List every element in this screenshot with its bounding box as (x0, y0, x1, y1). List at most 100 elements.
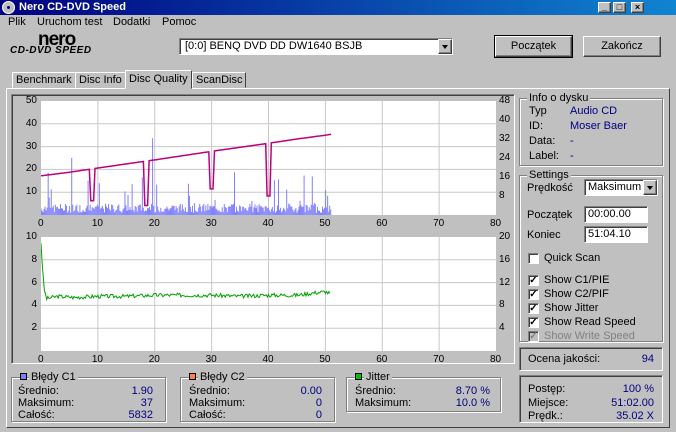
show-write-speed-label: Show Write Speed (544, 330, 635, 342)
disc-label-label: Label: (529, 150, 559, 162)
y-left-tick-label: 20 (25, 163, 37, 175)
y-right-tick-label: 8 (499, 190, 505, 201)
disc-id-value: Moser Baer (570, 120, 627, 132)
x-tick-label: 30 (205, 218, 217, 229)
c1-avg-label: Średnio: (18, 385, 59, 397)
show-read-speed-checkbox[interactable]: ✓ (528, 317, 539, 328)
drive-select-value: [0:0] BENQ DVD DD DW1640 BSJB (185, 40, 363, 52)
x-tick-label: 60 (376, 218, 388, 229)
app-icon (2, 1, 15, 14)
show-jitter-checkbox[interactable]: ✓ (528, 303, 539, 314)
chevron-down-icon[interactable] (438, 39, 452, 54)
y-right-tick-label: 20 (499, 231, 511, 242)
disc-date-label: Data: (529, 135, 556, 147)
quality-score-value: 94 (641, 353, 654, 365)
y-right-tick-label: 4 (499, 322, 505, 334)
jitter-avg-value: 8.70 % (455, 385, 490, 397)
y-left-tick-label: 8 (31, 253, 37, 265)
position-value: 51:02.00 (611, 397, 654, 409)
y-right-tick-label: 12 (499, 276, 511, 288)
tab-scandisc[interactable]: ScanDisc (192, 72, 247, 88)
show-c2-label: Show C2/PIF (544, 288, 609, 300)
x-tick-label: 0 (38, 354, 44, 365)
nero-logo: nero CD-DVD SPEED (8, 29, 138, 61)
show-read-speed-label: Show Read Speed (544, 316, 636, 328)
y-right-tick-label: 24 (499, 152, 511, 163)
menu-uruchom-test[interactable]: Uruchom test (37, 16, 102, 28)
quick-scan-label: Quick Scan (544, 252, 601, 264)
y-left-tick-label: 6 (31, 276, 37, 288)
start-time-label: Początek (527, 209, 573, 221)
x-tick-label: 0 (38, 218, 44, 229)
c1-stats-group: Błędy C1 Średnio: 1.90 Maksimum: 37 Cało… (11, 371, 166, 422)
y-left-tick-label: 40 (25, 117, 37, 129)
tab-disc-quality[interactable]: Disc Quality (125, 70, 192, 89)
c2-max-label: Maksimum: (189, 397, 246, 409)
y-left-tick-label: 2 (31, 322, 37, 334)
menu-dodatki[interactable]: Dodatki (113, 16, 150, 28)
x-tick-label: 30 (205, 354, 217, 365)
y-right-tick-label: 16 (499, 171, 511, 182)
show-write-speed-checkbox: ✓ (528, 331, 539, 342)
x-tick-label: 20 (148, 218, 160, 229)
x-tick-label: 20 (148, 354, 160, 365)
y-left-tick-label: 4 (31, 299, 37, 311)
drive-select[interactable]: [0:0] BENQ DVD DD DW1640 BSJB (179, 38, 453, 55)
jitter-max-label: Maksimum: (355, 397, 412, 409)
settings-group: Settings Prędkość Maksimum Początek 00:0… (519, 169, 663, 342)
y-left-tick-label: 10 (25, 231, 37, 242)
disc-info-title: Info o dysku (527, 92, 591, 104)
c2-legend-swatch (189, 373, 196, 380)
c2-avg-value: 0.00 (300, 385, 322, 397)
speed-select-value: Maksimum (588, 181, 642, 193)
c1-max-value: 37 (140, 397, 153, 409)
quality-score-box: Ocena jakości: 94 (519, 347, 663, 371)
x-tick-label: 50 (319, 354, 331, 365)
y-right-tick-label: 40 (499, 114, 511, 125)
end-time-input[interactable]: 51:04.10 (584, 226, 648, 243)
y-left-tick-label: 10 (25, 186, 37, 198)
disc-id-label: ID: (529, 120, 544, 132)
settings-title: Settings (527, 169, 571, 181)
c1-total-label: Całość: (18, 409, 55, 421)
logo-cd-dvd-speed-text: CD-DVD SPEED (10, 45, 92, 56)
c1-stats-title: Błędy C1 (29, 371, 78, 383)
menu-pomoc[interactable]: Pomoc (162, 16, 196, 28)
x-tick-label: 40 (262, 218, 274, 229)
tab-benchmark[interactable]: Benchmark (12, 72, 76, 88)
disc-date-value: - (570, 135, 574, 147)
progress-label: Postęp: (528, 383, 566, 395)
c1-legend-swatch (20, 373, 27, 380)
speed-readout-label: Prędk.: (528, 410, 563, 422)
x-tick-label: 10 (91, 354, 103, 365)
x-tick-label: 70 (433, 218, 445, 229)
jitter-avg-label: Średnio: (355, 385, 396, 397)
disc-type-label: Typ (529, 105, 547, 117)
start-time-input[interactable]: 00:00.00 (584, 206, 648, 223)
chevron-down-icon[interactable] (643, 180, 657, 195)
y-right-tick-label: 32 (499, 133, 511, 144)
tab-disc-info[interactable]: Disc Info (75, 72, 126, 88)
close-button[interactable]: × (631, 2, 644, 13)
y-right-tick-label: 8 (499, 299, 505, 311)
position-label: Miejsce: (528, 397, 569, 409)
menu-plik[interactable]: Plik (8, 16, 26, 28)
x-tick-label: 10 (91, 218, 103, 229)
x-tick-label: 60 (376, 354, 388, 365)
jitter-legend-swatch (355, 373, 362, 380)
minimize-button[interactable]: _ (598, 2, 611, 13)
progress-box: Postęp: 100 % Miejsce: 51:02.00 Prędk.: … (519, 375, 663, 423)
speed-select[interactable]: Maksimum (584, 179, 658, 196)
speed-label: Prędkość (527, 182, 573, 194)
jitter-chart (41, 237, 496, 351)
c1-max-label: Maksimum: (18, 397, 75, 409)
show-jitter-label: Show Jitter (544, 302, 599, 314)
x-tick-label: 50 (319, 218, 331, 229)
exit-button[interactable]: Zakończ (583, 36, 661, 57)
start-button[interactable]: Początek (494, 35, 573, 58)
y-right-tick-label: 48 (499, 95, 511, 106)
quick-scan-checkbox[interactable] (528, 253, 539, 264)
maximize-button[interactable]: □ (613, 2, 626, 13)
show-c1-checkbox[interactable]: ✓ (528, 275, 539, 286)
show-c2-checkbox[interactable]: ✓ (528, 289, 539, 300)
